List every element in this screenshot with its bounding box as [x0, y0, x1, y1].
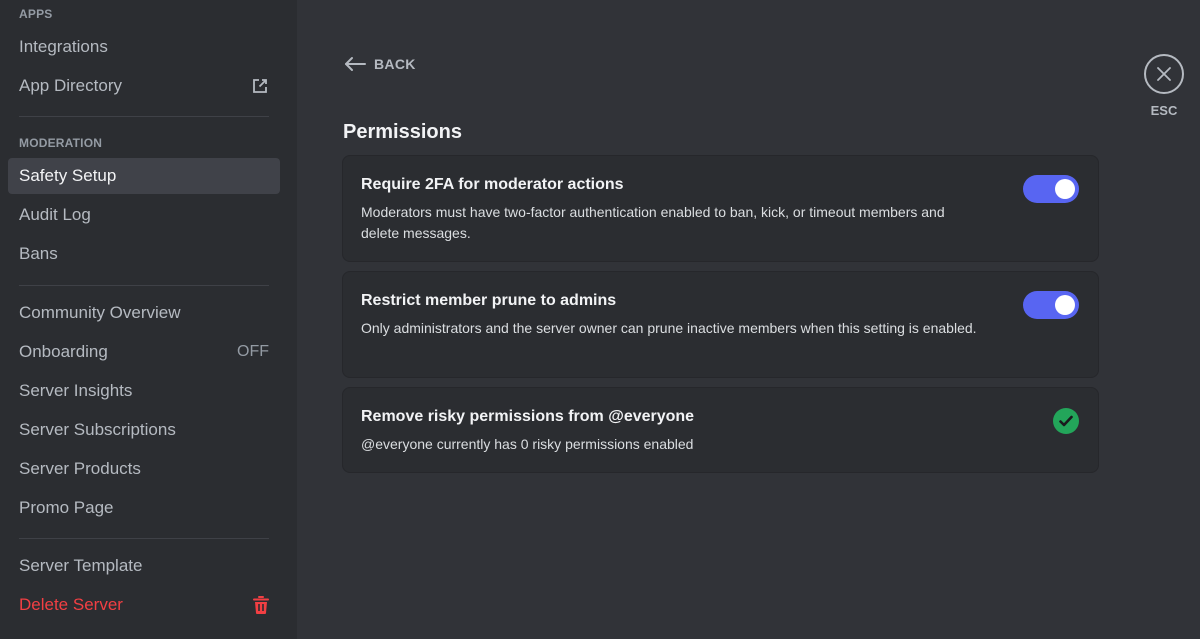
sidebar-item-label: Delete Server — [19, 595, 123, 614]
sidebar-item-label: App Directory — [19, 76, 122, 95]
sidebar-item-label: Safety Setup — [19, 166, 117, 185]
sidebar-item-label: Server Subscriptions — [19, 420, 176, 439]
sidebar-item-audit-log[interactable]: Audit Log — [8, 197, 280, 233]
sidebar-divider — [19, 116, 269, 117]
page-title: Permissions — [343, 121, 462, 143]
sidebar-item-community-overview[interactable]: Community Overview — [8, 295, 280, 331]
back-button[interactable]: BACK — [344, 56, 416, 72]
card-title: Remove risky permissions from @everyone — [361, 408, 695, 425]
permission-card-prune: Restrict member prune to admins Only adm… — [342, 271, 1099, 378]
check-icon — [1053, 408, 1079, 434]
restrict-prune-toggle[interactable] — [1023, 291, 1079, 319]
sidebar-header-apps: APPS — [19, 7, 53, 21]
sidebar-item-label: Server Template — [19, 556, 143, 575]
sidebar-divider — [19, 285, 269, 286]
sidebar-item-server-template[interactable]: Server Template — [8, 548, 280, 584]
close-icon — [1157, 67, 1171, 81]
onboarding-status: OFF — [237, 343, 269, 360]
toggle-knob — [1055, 179, 1075, 199]
card-description: Moderators must have two-factor authenti… — [361, 204, 945, 241]
sidebar-item-label: Bans — [19, 244, 58, 263]
card-title: Restrict member prune to admins — [361, 292, 617, 309]
sidebar-item-label: Server Insights — [19, 381, 133, 400]
permission-card-risky: Remove risky permissions from @everyone … — [342, 387, 1099, 473]
sidebar-item-server-products[interactable]: Server Products — [8, 451, 280, 487]
sidebar-item-label: Onboarding — [19, 342, 108, 361]
card-description: Only administrators and the server owner… — [361, 320, 977, 336]
sidebar-header-moderation: MODERATION — [19, 136, 103, 150]
close-button[interactable] — [1144, 54, 1184, 94]
sidebar-item-label: Audit Log — [19, 205, 91, 224]
sidebar-item-server-subscriptions[interactable]: Server Subscriptions — [8, 412, 280, 448]
sidebar-item-label: Server Products — [19, 459, 141, 478]
toggle-knob — [1055, 295, 1075, 315]
card-description: @everyone currently has 0 risky permissi… — [361, 436, 694, 452]
permission-card-2fa: Require 2FA for moderator actions Modera… — [342, 155, 1099, 262]
sidebar-item-safety-setup[interactable]: Safety Setup — [8, 158, 280, 194]
require-2fa-toggle[interactable] — [1023, 175, 1079, 203]
sidebar-item-onboarding[interactable]: Onboarding OFF — [8, 334, 280, 370]
sidebar-item-label: Community Overview — [19, 303, 181, 322]
sidebar-item-server-insights[interactable]: Server Insights — [8, 373, 280, 409]
external-link-icon — [251, 77, 269, 95]
sidebar-item-delete-server[interactable]: Delete Server — [8, 587, 280, 623]
sidebar-item-label: Promo Page — [19, 498, 114, 517]
sidebar-divider — [19, 538, 269, 539]
card-title: Require 2FA for moderator actions — [361, 176, 624, 193]
esc-label: ESC — [1150, 103, 1178, 118]
settings-sidebar: APPS Integrations App Directory MODERATI… — [0, 0, 297, 639]
sidebar-item-promo-page[interactable]: Promo Page — [8, 490, 280, 526]
sidebar-item-integrations[interactable]: Integrations — [8, 29, 280, 65]
close-settings: ESC — [1144, 54, 1186, 118]
back-label: BACK — [374, 56, 416, 72]
sidebar-item-app-directory[interactable]: App Directory — [8, 68, 280, 104]
trash-icon — [253, 596, 269, 614]
sidebar-item-label: Integrations — [19, 37, 108, 56]
sidebar-item-bans[interactable]: Bans — [8, 236, 280, 272]
arrow-left-icon — [344, 56, 366, 72]
